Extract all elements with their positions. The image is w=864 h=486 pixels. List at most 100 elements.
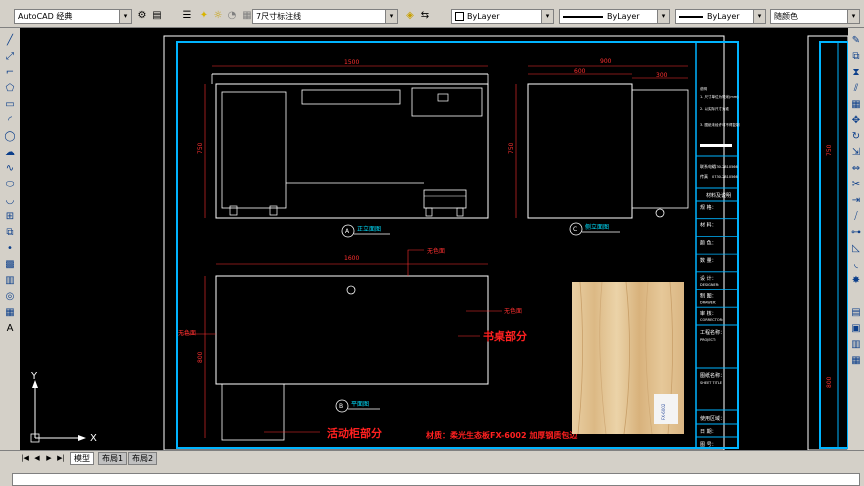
workspace-toolbar-icon[interactable]: ▤ <box>150 9 164 23</box>
rectangle-tool-icon[interactable]: ▭ <box>2 98 18 112</box>
ucs-icon: Y X <box>30 371 97 444</box>
lineweight-select[interactable]: ByLayer ▾ <box>675 9 766 24</box>
layer-select[interactable]: 7尺寸标注线 ▾ <box>252 9 398 24</box>
fillet-tool-icon[interactable]: ◟ <box>848 258 864 272</box>
workspace-value: AutoCAD 经典 <box>18 12 73 21</box>
lineweight-swatch-icon <box>679 15 703 18</box>
callout-right: 无色面 <box>504 307 522 315</box>
break-tool-icon[interactable]: ⧸ <box>848 210 864 224</box>
workspace-select[interactable]: AutoCAD 经典 ▾ <box>14 9 132 24</box>
previous-tab-icon[interactable]: ◀ <box>32 453 42 463</box>
explode-tool-icon[interactable]: ✸ <box>848 274 864 288</box>
ucs-y-label: Y <box>30 371 38 382</box>
layout-tab[interactable]: 布局2 <box>128 452 158 465</box>
chevron-down-icon: ▾ <box>119 10 131 23</box>
command-input[interactable] <box>12 473 860 486</box>
title-block-row-label: 数 量： <box>700 257 717 264</box>
scale-tool-icon[interactable]: ⇲ <box>848 146 864 160</box>
plan-width-dim: 1600 <box>344 255 359 262</box>
gradient-tool-icon[interactable]: ▥ <box>2 274 18 288</box>
layout-tab[interactable]: 模型 <box>70 452 94 465</box>
fax-label: 传真 <box>700 173 708 179</box>
table-tool-icon[interactable]: ▦ <box>2 306 18 320</box>
line-tool-icon[interactable]: ╱ <box>2 34 18 48</box>
side-total-dim: 900 <box>600 58 612 65</box>
ellipse-tool-icon[interactable]: ⬭ <box>2 178 18 192</box>
title-block-row-label: 设 计： <box>700 275 717 282</box>
spline-tool-icon[interactable]: ∿ <box>2 162 18 176</box>
swatch-code: FX-6002 <box>661 403 666 420</box>
rotate-tool-icon[interactable]: ↻ <box>848 130 864 144</box>
title-block-row-label-en: DRAWER: <box>700 301 716 305</box>
callout-top: 无色面 <box>427 247 445 255</box>
next-sheet-inner <box>819 41 848 449</box>
color-value: ByLayer <box>467 12 500 21</box>
workspace-settings-icon[interactable]: ⚙ <box>135 9 149 23</box>
construction-line-tool-icon[interactable]: ⤢ <box>2 50 18 64</box>
move-tool-icon[interactable]: ✥ <box>848 114 864 128</box>
last-tab-icon[interactable]: ▶| <box>56 453 66 463</box>
design-center-tool-icon[interactable]: ▣ <box>848 322 864 336</box>
chevron-down-icon: ▾ <box>657 10 669 23</box>
drawing-canvas[interactable]: 750 800 1500 750 A 正立面图 900 600 300 750 … <box>20 28 848 450</box>
layer-on-icon[interactable]: ✦ <box>197 9 211 23</box>
mirror-tool-icon[interactable]: ⧗ <box>848 66 864 80</box>
plan-label-letter: B <box>339 403 343 410</box>
point-tool-icon[interactable]: • <box>2 242 18 256</box>
note-2: 2. 以实际尺寸为准 <box>700 106 729 111</box>
first-tab-icon[interactable]: |◀ <box>20 453 30 463</box>
polygon-tool-icon[interactable]: ⬠ <box>2 82 18 96</box>
front-width-dim: 1500 <box>344 59 359 66</box>
plotstyle-select[interactable]: 随颜色 ▾ <box>770 9 860 24</box>
array-tool-icon[interactable]: ▦ <box>848 98 864 112</box>
layer-previous-icon[interactable]: ⇆ <box>418 9 432 23</box>
insert-block-tool-icon[interactable]: ⊞ <box>2 210 18 224</box>
multiline-text-tool-icon[interactable]: A <box>2 322 18 336</box>
color-select[interactable]: ByLayer ▾ <box>451 9 554 24</box>
layer-lock-icon[interactable]: ◔ <box>225 9 239 23</box>
linetype-value: ByLayer <box>607 12 640 21</box>
sheet-set-icon[interactable]: ▦ <box>848 354 864 368</box>
drawing-svg: 750 800 1500 750 A 正立面图 900 600 300 750 … <box>30 35 848 450</box>
stretch-tool-icon[interactable]: ⇔ <box>848 162 864 176</box>
make-current-layer-icon[interactable]: ◈ <box>403 9 417 23</box>
desk-part-label: 书桌部分 <box>483 329 527 343</box>
title-block-section: 材料及说明 <box>706 192 731 199</box>
region-tool-icon[interactable]: ◎ <box>2 290 18 304</box>
layer-manager-icon[interactable]: ☰ <box>180 9 194 23</box>
cabinet-part-label: 活动柜部分 <box>327 426 382 440</box>
layer-freeze-icon[interactable]: ☼ <box>211 9 225 23</box>
modify-toolbar: ✎ ⧉ ⧗ ⫽ ▦ ✥ ↻ ⇲ ⇔ ✂ ⇥ ⧸ ⊶ ◺ ◟ ✸ ▤ ▣ ▥ ▦ <box>848 28 864 450</box>
offset-tool-icon[interactable]: ⫽ <box>848 82 864 96</box>
tool-palettes-icon[interactable]: ▥ <box>848 338 864 352</box>
side-main-dim: 600 <box>574 68 586 75</box>
linetype-swatch-icon <box>563 15 603 18</box>
polyline-tool-icon[interactable]: ⌐ <box>2 66 18 80</box>
side-elevation: 900 600 300 750 C 侧立面图 <box>508 58 689 236</box>
make-block-tool-icon[interactable]: ⧉ <box>2 226 18 240</box>
circle-tool-icon[interactable]: ◯ <box>2 130 18 144</box>
title-block-row-label-en: DESIGNER: <box>700 283 719 287</box>
extend-tool-icon[interactable]: ⇥ <box>848 194 864 208</box>
linetype-select[interactable]: ByLayer ▾ <box>559 9 670 24</box>
front-elevation: 1500 750 A 正立面图 <box>197 59 489 238</box>
copy-tool-icon[interactable]: ⧉ <box>848 50 864 64</box>
revision-cloud-tool-icon[interactable]: ☁ <box>2 146 18 160</box>
trim-tool-icon[interactable]: ✂ <box>848 178 864 192</box>
side-view-label: 侧立面图 <box>585 223 609 231</box>
ellipse-arc-tool-icon[interactable]: ◡ <box>2 194 18 208</box>
join-tool-icon[interactable]: ⊶ <box>848 226 864 240</box>
next-tab-icon[interactable]: ▶ <box>44 453 54 463</box>
chamfer-tool-icon[interactable]: ◺ <box>848 242 864 256</box>
properties-tool-icon[interactable]: ▤ <box>848 306 864 320</box>
side-height-dim: 750 <box>508 142 515 154</box>
material-note: 材质：柔光生态板FX-6002 加厚钢质包边 <box>426 430 578 440</box>
erase-tool-icon[interactable]: ✎ <box>848 34 864 48</box>
note-3: 3. 图纸未经许可不得复制 <box>700 122 740 127</box>
hatch-tool-icon[interactable]: ▩ <box>2 258 18 272</box>
arc-tool-icon[interactable]: ◜ <box>2 114 18 128</box>
ucs-x-label: X <box>90 433 97 444</box>
lineweight-value: ByLayer <box>707 12 740 21</box>
draw-toolbar: ╱ ⤢ ⌐ ⬠ ▭ ◜ ◯ ☁ ∿ ⬭ ◡ ⊞ ⧉ • ▩ ▥ ◎ ▦ A <box>0 28 20 450</box>
layout-tab[interactable]: 布局1 <box>98 452 128 465</box>
